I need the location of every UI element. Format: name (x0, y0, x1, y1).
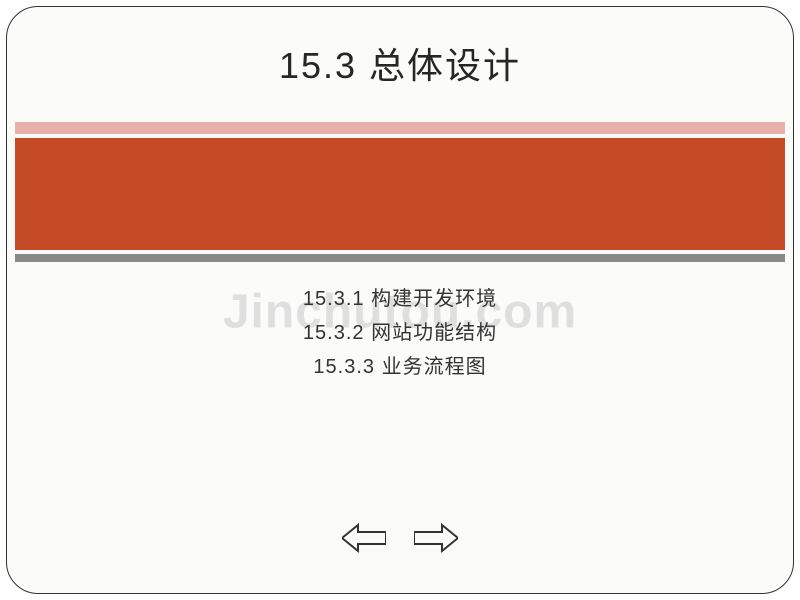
arrow-left-icon (342, 523, 386, 553)
arrow-right-icon (414, 523, 458, 553)
slide-frame: 15.3 总体设计 Jinchutou.com 15.3.1 构建开发环境 15… (6, 6, 794, 594)
list-item: 15.3.3 业务流程图 (7, 350, 793, 384)
prev-button[interactable] (342, 523, 386, 553)
accent-bar-gray (15, 254, 785, 262)
accent-bar-pink (15, 122, 785, 134)
nav-arrows (342, 523, 458, 553)
slide-title: 15.3 总体设计 (7, 37, 793, 89)
accent-bar-orange (15, 138, 785, 250)
list-item: 15.3.1 构建开发环境 (7, 282, 793, 316)
next-button[interactable] (414, 523, 458, 553)
list-item: 15.3.2 网站功能结构 (7, 316, 793, 350)
content-list: 15.3.1 构建开发环境 15.3.2 网站功能结构 15.3.3 业务流程图 (7, 282, 793, 384)
